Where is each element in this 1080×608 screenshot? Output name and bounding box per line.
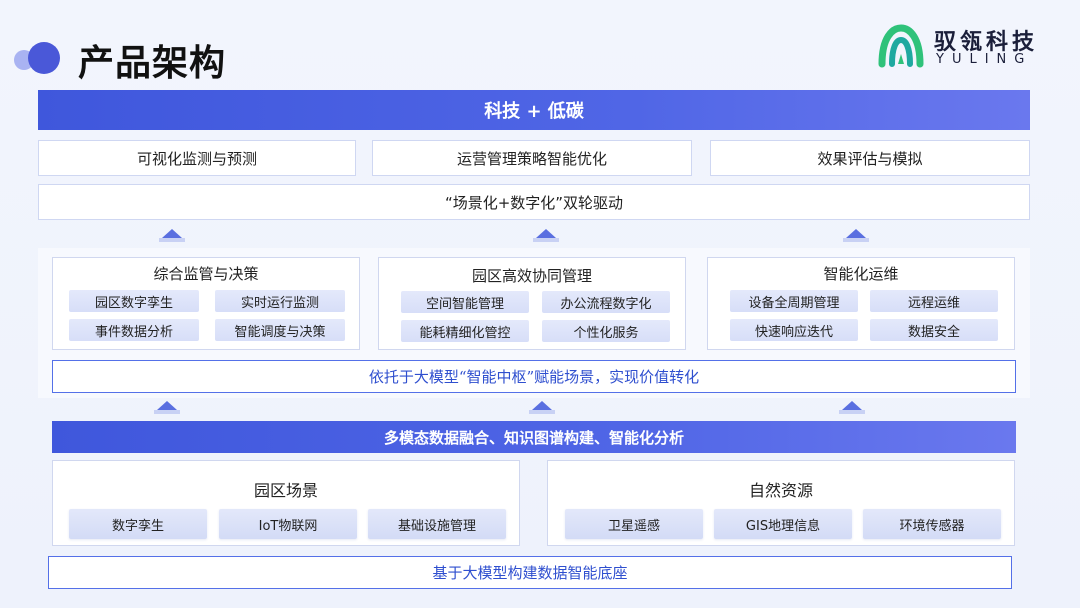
chip-infrastructure: 基础设施管理 bbox=[368, 509, 506, 539]
module-collaboration: 园区高效协同管理 空间智能管理 办公流程数字化 能耗精细化管控 个性化服务 bbox=[378, 257, 686, 350]
logo-english-text: YULING bbox=[936, 52, 1033, 67]
page-title: 产品架构 bbox=[78, 43, 227, 84]
chip-event-analysis: 事件数据分析 bbox=[69, 319, 199, 341]
module-operations: 智能化运维 设备全周期管理 远程运维 快速响应迭代 数据安全 bbox=[707, 257, 1015, 350]
chip-satellite: 卫星遥感 bbox=[565, 509, 703, 539]
top-box-evaluation: 效果评估与模拟 bbox=[710, 140, 1030, 176]
base-module-nature: 自然资源 卫星遥感 GIS地理信息 环境传感器 bbox=[547, 460, 1015, 546]
chip-realtime-monitor: 实时运行监测 bbox=[215, 290, 345, 312]
chip-office-digitization: 办公流程数字化 bbox=[542, 291, 670, 313]
module-title: 园区场景 bbox=[253, 481, 318, 500]
chip-iot: IoT物联网 bbox=[219, 509, 357, 539]
up-arrow-icon bbox=[842, 401, 862, 410]
chip-fast-iteration: 快速响应迭代 bbox=[730, 319, 858, 341]
chip-gis: GIS地理信息 bbox=[714, 509, 852, 539]
module-title: 智能化运维 bbox=[823, 265, 899, 283]
up-arrow-icon bbox=[162, 229, 182, 238]
company-logo: 驭瓴科技 YULING bbox=[878, 22, 1068, 72]
chip-smart-dispatch: 智能调度与决策 bbox=[215, 319, 345, 341]
data-foundation-box: 基于大模型构建数据智能底座 bbox=[48, 556, 1012, 589]
chip-data-security: 数据安全 bbox=[870, 319, 998, 341]
title-decoration-icon bbox=[14, 38, 70, 78]
logo-mark-icon bbox=[878, 24, 924, 68]
up-arrow-icon bbox=[157, 401, 177, 410]
up-arrow-icon bbox=[536, 229, 556, 238]
base-module-park: 园区场景 数字孪生 IoT物联网 基础设施管理 bbox=[52, 460, 520, 546]
top-banner: 科技 + 低碳 bbox=[38, 90, 1030, 130]
chip-env-sensor: 环境传感器 bbox=[863, 509, 1001, 539]
data-fusion-banner: 多模态数据融合、知识图谱构建、智能化分析 bbox=[52, 421, 1016, 453]
chip-personal-service: 个性化服务 bbox=[542, 320, 670, 342]
chip-lifecycle: 设备全周期管理 bbox=[730, 290, 858, 312]
chip-digital-twin: 数字孪生 bbox=[69, 509, 207, 539]
module-title: 自然资源 bbox=[748, 481, 813, 500]
module-title: 园区高效协同管理 bbox=[471, 267, 592, 285]
module-supervision: 综合监管与决策 园区数字孪生 实时运行监测 事件数据分析 智能调度与决策 bbox=[52, 257, 360, 350]
module-title: 综合监管与决策 bbox=[153, 265, 259, 283]
top-box-monitoring: 可视化监测与预测 bbox=[38, 140, 356, 176]
chip-digital-twin: 园区数字孪生 bbox=[69, 290, 199, 312]
top-box-optimization: 运营管理策略智能优化 bbox=[372, 140, 692, 176]
up-arrow-icon bbox=[846, 229, 866, 238]
ai-hub-box: 依托于大模型“智能中枢”赋能场景，实现价值转化 bbox=[52, 360, 1016, 393]
dual-drive-box: “场景化+数字化”双轮驱动 bbox=[38, 184, 1030, 220]
chip-energy-control: 能耗精细化管控 bbox=[401, 320, 529, 342]
up-arrow-icon bbox=[532, 401, 552, 410]
chip-remote-ops: 远程运维 bbox=[870, 290, 998, 312]
chip-space-management: 空间智能管理 bbox=[401, 291, 529, 313]
